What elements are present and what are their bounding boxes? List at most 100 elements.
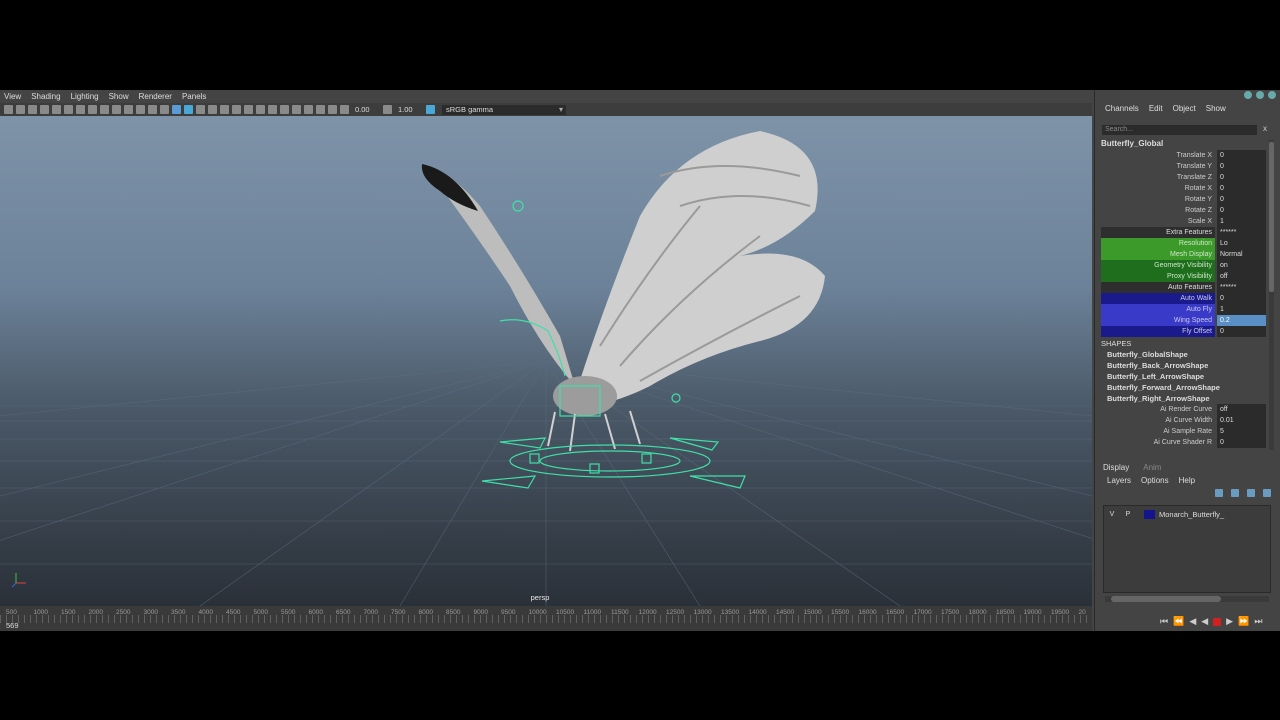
shape-item[interactable]: Butterfly_Back_ArrowShape xyxy=(1107,361,1208,370)
shape-attr-row[interactable]: Ai Curve Shader R0 xyxy=(1101,437,1266,448)
channel-value-field[interactable]: ****** xyxy=(1217,227,1266,238)
menu-panels[interactable]: Panels xyxy=(182,92,206,101)
channel-row[interactable]: Proxy Visibility off xyxy=(1101,271,1266,282)
menu-object[interactable]: Object xyxy=(1173,104,1196,113)
menu-show[interactable]: Show xyxy=(109,92,129,101)
attr-name[interactable]: Ai Render Curve xyxy=(1101,404,1215,415)
bookmark-icon[interactable] xyxy=(28,105,37,114)
channel-row[interactable]: Auto Fly 1 xyxy=(1101,304,1266,315)
stop-icon[interactable] xyxy=(1213,617,1222,626)
channel-row[interactable]: Rotate X0 xyxy=(1101,183,1266,194)
menu-lighting[interactable]: Lighting xyxy=(71,92,99,101)
go-to-start-icon[interactable]: ⏮ xyxy=(1160,616,1168,627)
channel-name[interactable]: Translate Y xyxy=(1101,161,1215,172)
channel-value-field[interactable]: on xyxy=(1217,260,1266,271)
ambient-occlusion-icon[interactable] xyxy=(268,105,277,114)
image-plane-icon[interactable] xyxy=(40,105,49,114)
node-name[interactable]: Butterfly_Global xyxy=(1101,139,1163,148)
attr-name[interactable]: Ai Curve Shader R xyxy=(1101,437,1215,448)
wireframe-icon[interactable] xyxy=(160,105,169,114)
attribute-editor-icon[interactable] xyxy=(1256,91,1264,99)
step-back-key-icon[interactable]: ⏪ xyxy=(1173,616,1184,627)
layer-row[interactable]: V P Monarch_Butterfly_ xyxy=(1104,508,1270,520)
layer-hscrollbar[interactable] xyxy=(1105,596,1269,602)
depth-of-field-icon[interactable] xyxy=(304,105,313,114)
menu-layers[interactable]: Layers xyxy=(1107,476,1131,485)
attr-value-field[interactable]: 0.01 xyxy=(1217,415,1266,426)
grid-icon[interactable] xyxy=(76,105,85,114)
menu-options[interactable]: Options xyxy=(1141,476,1169,485)
channel-name[interactable]: Auto Walk xyxy=(1101,293,1215,304)
channel-value-field[interactable]: Normal xyxy=(1217,249,1266,260)
gamma-value[interactable]: 1.00 xyxy=(398,105,420,114)
shape-attr-row[interactable]: Ai Render Curve off xyxy=(1101,404,1266,415)
channel-row[interactable]: Rotate Z0 xyxy=(1101,205,1266,216)
tab-display[interactable]: Display xyxy=(1103,463,1129,472)
menu-view[interactable]: View xyxy=(4,92,21,101)
new-layer-from-selection-icon[interactable] xyxy=(1263,489,1271,497)
move-layer-down-icon[interactable] xyxy=(1231,489,1239,497)
shape-item[interactable]: Butterfly_Left_ArrowShape xyxy=(1107,372,1204,381)
textured-icon[interactable] xyxy=(232,105,241,114)
gate-mask-icon[interactable] xyxy=(112,105,121,114)
xray-active-icon[interactable] xyxy=(328,105,337,114)
shadows-icon[interactable] xyxy=(256,105,265,114)
lights-icon[interactable] xyxy=(244,105,253,114)
channel-value-field[interactable]: 1 xyxy=(1217,216,1266,227)
menu-help[interactable]: Help xyxy=(1179,476,1195,485)
channel-value-field[interactable]: 0 xyxy=(1217,150,1266,161)
menu-renderer[interactable]: Renderer xyxy=(139,92,172,101)
channel-row[interactable]: Geometry Visibility on xyxy=(1101,260,1266,271)
butterfly-model[interactable] xyxy=(421,131,825,452)
grease-pencil-icon[interactable] xyxy=(64,105,73,114)
xray-joints-icon[interactable] xyxy=(220,105,229,114)
layer-color-swatch[interactable] xyxy=(1144,509,1155,519)
menu-edit[interactable]: Edit xyxy=(1149,104,1163,113)
channel-name[interactable]: Translate X xyxy=(1101,150,1215,161)
field-chart-icon[interactable] xyxy=(124,105,133,114)
channel-name[interactable]: Proxy Visibility xyxy=(1101,271,1215,282)
channel-name[interactable]: Extra Features xyxy=(1101,227,1215,238)
camera-lock-icon[interactable] xyxy=(16,105,25,114)
channel-value-field[interactable]: 1 xyxy=(1217,304,1266,315)
color-space-dropdown[interactable]: sRGB gamma xyxy=(442,104,566,115)
channel-row[interactable]: Scale X1 xyxy=(1101,216,1266,227)
shape-item[interactable]: Butterfly_Forward_ArrowShape xyxy=(1107,383,1220,392)
play-backwards-icon[interactable]: ◀ xyxy=(1201,616,1208,627)
channel-value-field[interactable]: 0 xyxy=(1217,194,1266,205)
channel-row[interactable]: Fly Offset 0 xyxy=(1101,326,1266,337)
channel-row[interactable]: Resolution Lo xyxy=(1101,238,1266,249)
channel-value-field[interactable]: 0 xyxy=(1217,326,1266,337)
safe-action-icon[interactable] xyxy=(136,105,145,114)
channel-value-field[interactable]: 0 xyxy=(1217,205,1266,216)
isolate-select-icon[interactable] xyxy=(316,105,325,114)
channel-row[interactable]: Wing Speed 0.2 xyxy=(1101,315,1266,326)
channel-name[interactable]: Resolution xyxy=(1101,238,1215,249)
menu-shading[interactable]: Shading xyxy=(31,92,60,101)
channel-name[interactable]: Scale X xyxy=(1101,216,1215,227)
tab-anim[interactable]: Anim xyxy=(1143,463,1161,472)
channel-row[interactable]: Translate Y0 xyxy=(1101,161,1266,172)
shape-item[interactable]: Butterfly_GlobalShape xyxy=(1107,350,1188,359)
xray-icon[interactable] xyxy=(208,105,217,114)
channel-scrollbar[interactable] xyxy=(1269,140,1274,450)
channel-row[interactable]: Auto Walk 0 xyxy=(1101,293,1266,304)
shape-attr-row[interactable]: Ai Curve Width 0.01 xyxy=(1101,415,1266,426)
channel-name[interactable]: Rotate Z xyxy=(1101,205,1215,216)
channel-name[interactable]: Rotate X xyxy=(1101,183,1215,194)
layer-name[interactable]: Monarch_Butterfly_ xyxy=(1159,510,1224,519)
go-to-end-icon[interactable]: ⏭ xyxy=(1254,616,1262,627)
channel-value-field[interactable]: 0 xyxy=(1217,293,1266,304)
channel-value-field[interactable]: 0.2 xyxy=(1217,315,1266,326)
attr-value-field[interactable]: off xyxy=(1217,404,1266,415)
default-material-icon[interactable] xyxy=(184,105,193,114)
modeling-toolkit-icon[interactable] xyxy=(1268,91,1276,99)
channel-name[interactable]: Wing Speed xyxy=(1101,315,1215,326)
scrollbar-thumb[interactable] xyxy=(1269,142,1274,292)
channel-value-field[interactable]: Lo xyxy=(1217,238,1266,249)
channel-row[interactable]: Extra Features ****** xyxy=(1101,227,1266,238)
channel-name[interactable]: Translate Z xyxy=(1101,172,1215,183)
channel-value-field[interactable]: off xyxy=(1217,271,1266,282)
channel-name[interactable]: Auto Fly xyxy=(1101,304,1215,315)
step-forward-frame-icon[interactable]: ▶ xyxy=(1226,616,1233,627)
